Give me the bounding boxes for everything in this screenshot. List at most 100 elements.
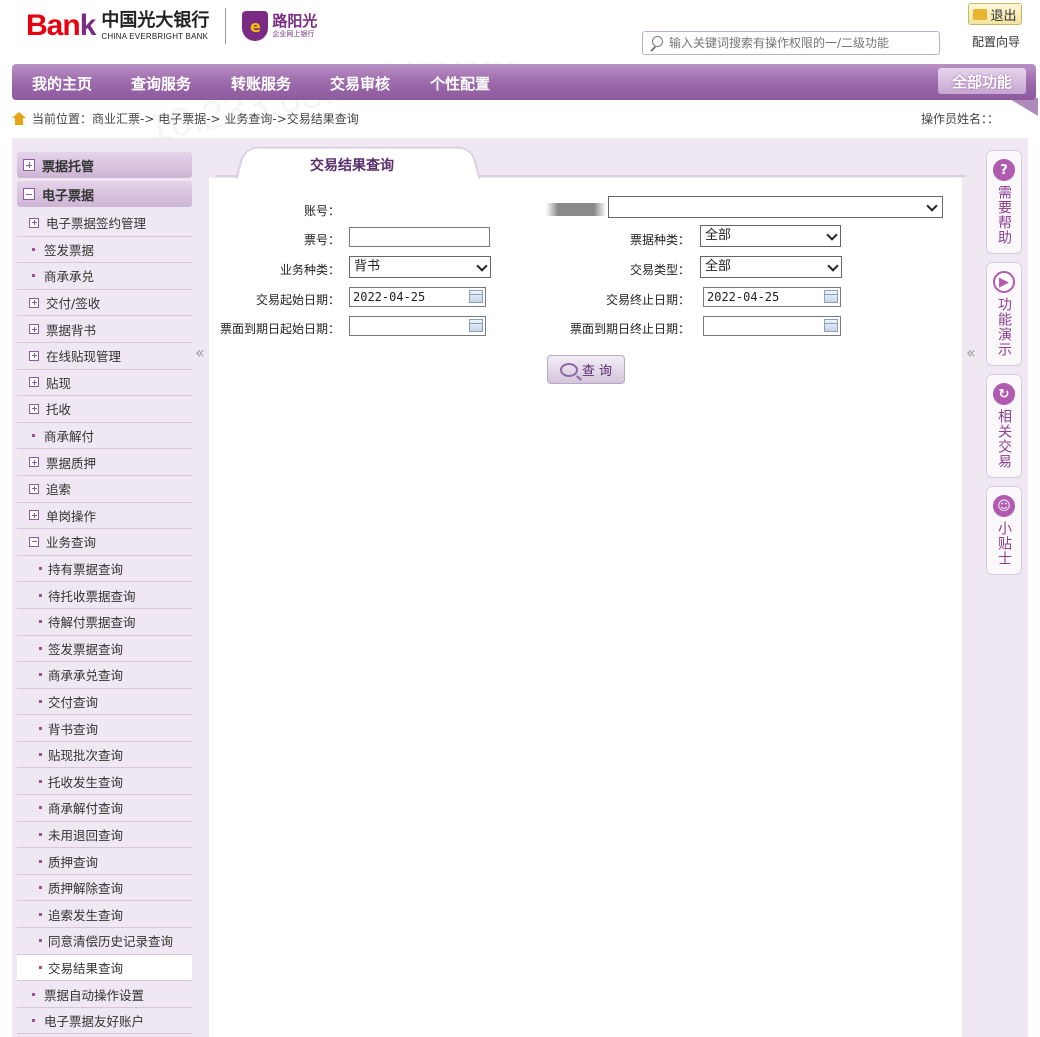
- sidebar-item[interactable]: 质押查询: [17, 848, 192, 875]
- sidebar-item[interactable]: 在线贴现管理: [17, 342, 192, 370]
- sidebar-item-label: 持有票据查询: [48, 562, 124, 578]
- brand-sub: 企业网上银行: [272, 30, 315, 38]
- sidebar-item[interactable]: 待解付票据查询: [17, 608, 192, 636]
- biz-type-select[interactable]: 背书: [349, 256, 491, 278]
- sidebar-item[interactable]: 商承解付查询: [17, 795, 192, 822]
- calendar-icon[interactable]: [469, 319, 483, 332]
- sidebar-item[interactable]: 托收发生查询: [17, 768, 192, 796]
- calendar-icon[interactable]: [469, 290, 483, 303]
- help-icon: ?: [993, 159, 1015, 181]
- due-start-input[interactable]: [349, 316, 486, 336]
- rail-help-button[interactable]: ? 需要帮助: [986, 150, 1022, 254]
- collapse-rail-icon[interactable]: «: [966, 343, 976, 362]
- sidebar-item[interactable]: 电子票据友好账户: [17, 1007, 192, 1035]
- home-icon[interactable]: [12, 112, 26, 125]
- collapse-icon: [29, 536, 39, 547]
- sidebar-item[interactable]: 待托收票据查询: [17, 582, 192, 609]
- sidebar-item[interactable]: 票据背书: [17, 316, 192, 343]
- config-guide-link[interactable]: 配置向导: [972, 33, 1020, 50]
- expand-icon: [29, 403, 39, 414]
- breadcrumb: 当前位置：商业汇票-> 电子票据-> 业务查询->交易结果查询: [12, 110, 359, 127]
- sidebar-list: 电子票据签约管理 签发票据 商承承兑交付/签收票据背书在线贴现管理 贴现 托收 商承解付票…: [17, 210, 192, 1035]
- due-end-input[interactable]: [703, 316, 841, 336]
- bullet-icon: [39, 886, 42, 890]
- sidebar-item-label: 贴现批次查询: [48, 748, 124, 764]
- bill-type-select[interactable]: 全部: [700, 225, 841, 247]
- rail-related-trades-button[interactable]: ↻ 相关交易: [986, 374, 1022, 478]
- collapse-sidebar-icon[interactable]: «: [195, 343, 205, 362]
- sidebar-item[interactable]: 签发票据: [17, 236, 192, 264]
- sidebar-item[interactable]: 票据自动操作设置: [17, 981, 192, 1008]
- sidebar-item[interactable]: 质押解除查询: [17, 874, 192, 902]
- bullet-icon: [39, 567, 42, 571]
- sidebar-item[interactable]: 追索: [17, 475, 192, 503]
- sidebar-item[interactable]: 电子票据签约管理: [17, 210, 192, 237]
- bill-no-input[interactable]: [349, 227, 490, 247]
- sidebar-item[interactable]: 交易结果查询: [17, 954, 192, 982]
- biz-type-label: 业务种类：: [279, 263, 340, 277]
- sidebar-item[interactable]: 追索发生查询: [17, 901, 192, 929]
- logout-button[interactable]: 退出: [968, 3, 1022, 25]
- sidebar-group-e-bill[interactable]: 电子票据: [17, 181, 192, 207]
- sidebar-item[interactable]: 交付/签收: [17, 289, 192, 317]
- sidebar-item[interactable]: 贴现: [17, 369, 192, 397]
- sidebar-item[interactable]: 商承承兑查询: [17, 662, 192, 689]
- header: Bank 中国光大银行 CHINA EVERBRIGHT BANK e 路阳光 …: [0, 0, 1040, 62]
- sidebar-item-label: 未用退回查询: [48, 827, 124, 843]
- account-select[interactable]: [608, 196, 943, 218]
- nav-transfer-service[interactable]: 转账服务: [231, 73, 291, 94]
- sidebar-item[interactable]: 背书查询: [17, 715, 192, 742]
- calendar-icon[interactable]: [824, 290, 838, 303]
- nav-home[interactable]: 我的主页: [32, 73, 92, 94]
- right-rail: ? 需要帮助 ▶ 功能演示 ↻ 相关交易 ☺ 小贴士: [986, 150, 1022, 583]
- logo-bank-text: Bank: [26, 9, 96, 42]
- expand-icon: [29, 377, 39, 388]
- bullet-icon: [32, 434, 35, 438]
- globe-search-icon: [559, 362, 578, 377]
- bullet-icon: [32, 1019, 35, 1023]
- rail-tips-button[interactable]: ☺ 小贴士: [986, 486, 1022, 575]
- sidebar-item-label: 票据质押: [46, 455, 97, 471]
- sidebar-item[interactable]: 票据质押: [17, 449, 192, 476]
- nav-trade-review[interactable]: 交易审核: [330, 73, 390, 94]
- sidebar-item-label: 商承解付查询: [48, 801, 124, 817]
- folder-icon: [973, 8, 988, 20]
- operator-name: 操作员姓名：：: [921, 112, 1000, 126]
- sidebar-item[interactable]: 托收: [17, 396, 192, 423]
- sidebar-item-label: 交付/签收: [46, 296, 101, 312]
- bullet-icon: [39, 726, 42, 730]
- sidebar-item[interactable]: 贴现批次查询: [17, 741, 192, 769]
- bullet-icon: [39, 859, 42, 863]
- bullet-icon: [32, 274, 35, 278]
- sidebar-item[interactable]: 持有票据查询: [17, 555, 192, 583]
- sidebar-item[interactable]: 商承承兑: [17, 263, 192, 290]
- sidebar-item[interactable]: 交付查询: [17, 688, 192, 716]
- sidebar-item[interactable]: 业务查询: [17, 529, 192, 556]
- bullet-icon: [39, 965, 42, 969]
- sidebar-item[interactable]: 未用退回查询: [17, 821, 192, 849]
- sidebar-group-bill-custody[interactable]: 票据托管: [17, 152, 192, 178]
- sidebar-item[interactable]: 签发票据查询: [17, 635, 192, 663]
- all-functions-button[interactable]: 全部功能: [938, 68, 1026, 94]
- logo-divider: [225, 8, 227, 44]
- bank-logo[interactable]: Bank 中国光大银行 CHINA EVERBRIGHT BANK e 路阳光 …: [26, 8, 317, 44]
- end-date-input[interactable]: 2022-04-25: [703, 287, 841, 307]
- function-search[interactable]: [642, 31, 940, 55]
- query-button[interactable]: 查 询: [547, 355, 625, 384]
- trade-type-select[interactable]: 全部: [700, 256, 842, 278]
- bullet-icon: [39, 832, 42, 836]
- nav-query-service[interactable]: 查询服务: [131, 73, 191, 94]
- search-input[interactable]: [669, 36, 929, 50]
- demo-icon: ▶: [993, 271, 1015, 293]
- rail-demo-button[interactable]: ▶ 功能演示: [986, 262, 1022, 366]
- tips-icon: ☺: [993, 495, 1015, 517]
- sidebar-item[interactable]: 商承解付: [17, 422, 192, 450]
- rail-label: 小贴士: [996, 521, 1012, 566]
- sidebar-item-label: 票据背书: [46, 322, 97, 338]
- calendar-icon[interactable]: [824, 319, 838, 332]
- sidebar-item[interactable]: 单岗操作: [17, 502, 192, 530]
- start-date-input[interactable]: 2022-04-25: [349, 287, 486, 307]
- sidebar-item[interactable]: 同意清偿历史记录查询: [17, 928, 192, 955]
- nav-personal-config[interactable]: 个性配置: [430, 73, 490, 94]
- bullet-icon: [39, 620, 42, 624]
